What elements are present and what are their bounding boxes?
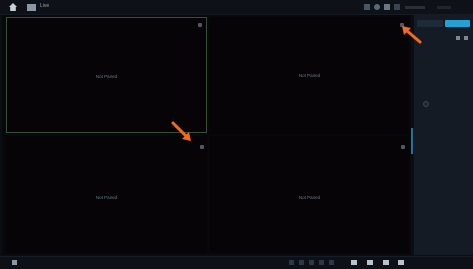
live-view-icon[interactable] (27, 4, 36, 11)
right-panel (414, 15, 473, 255)
notification-icon[interactable] (394, 4, 400, 10)
alarm-icon[interactable] (364, 4, 370, 10)
playback-control-icon[interactable] (289, 260, 294, 265)
pane-label: Not Paired (95, 74, 118, 79)
pane-label: Not Paired (298, 195, 321, 200)
layout-icon[interactable] (367, 260, 373, 265)
playback-control-icon[interactable] (329, 260, 334, 265)
add-icon[interactable] (12, 260, 17, 265)
refresh-icon[interactable] (456, 36, 460, 40)
panel-tab-2[interactable] (445, 20, 470, 27)
close-icon[interactable] (198, 23, 202, 27)
playback-control-icon[interactable] (309, 260, 314, 265)
layout-icon[interactable] (351, 260, 357, 265)
top-bar: Live (0, 0, 473, 15)
collapse-panel-icon[interactable] (423, 101, 429, 107)
settings-icon[interactable] (384, 4, 390, 10)
scrollbar[interactable] (411, 128, 413, 154)
account-menu[interactable] (405, 6, 425, 9)
bottom-toolbar (0, 256, 473, 269)
fullscreen-icon[interactable] (398, 260, 404, 265)
arrow-annotation (402, 26, 422, 44)
app-title: Live (40, 3, 50, 9)
close-icon[interactable] (401, 145, 405, 149)
video-pane-1[interactable]: Not Paired (6, 17, 207, 133)
close-icon[interactable] (200, 145, 204, 149)
playback-control-icon[interactable] (319, 260, 324, 265)
video-grid: Not Paired Not Paired Not Paired Not Pai… (2, 15, 411, 255)
pane-label: Not Paired (95, 195, 118, 200)
window-controls[interactable] (437, 6, 451, 9)
settings-icon[interactable] (464, 36, 468, 40)
pane-label: Not Paired (298, 73, 321, 78)
user-icon[interactable] (374, 4, 380, 10)
video-pane-2[interactable]: Not Paired (210, 17, 409, 134)
video-pane-4[interactable]: Not Paired (210, 136, 409, 253)
layout-icon[interactable] (383, 260, 389, 265)
home-icon[interactable] (9, 3, 17, 11)
arrow-annotation (171, 121, 191, 141)
video-pane-3[interactable]: Not Paired (6, 136, 207, 253)
playback-control-icon[interactable] (299, 260, 304, 265)
